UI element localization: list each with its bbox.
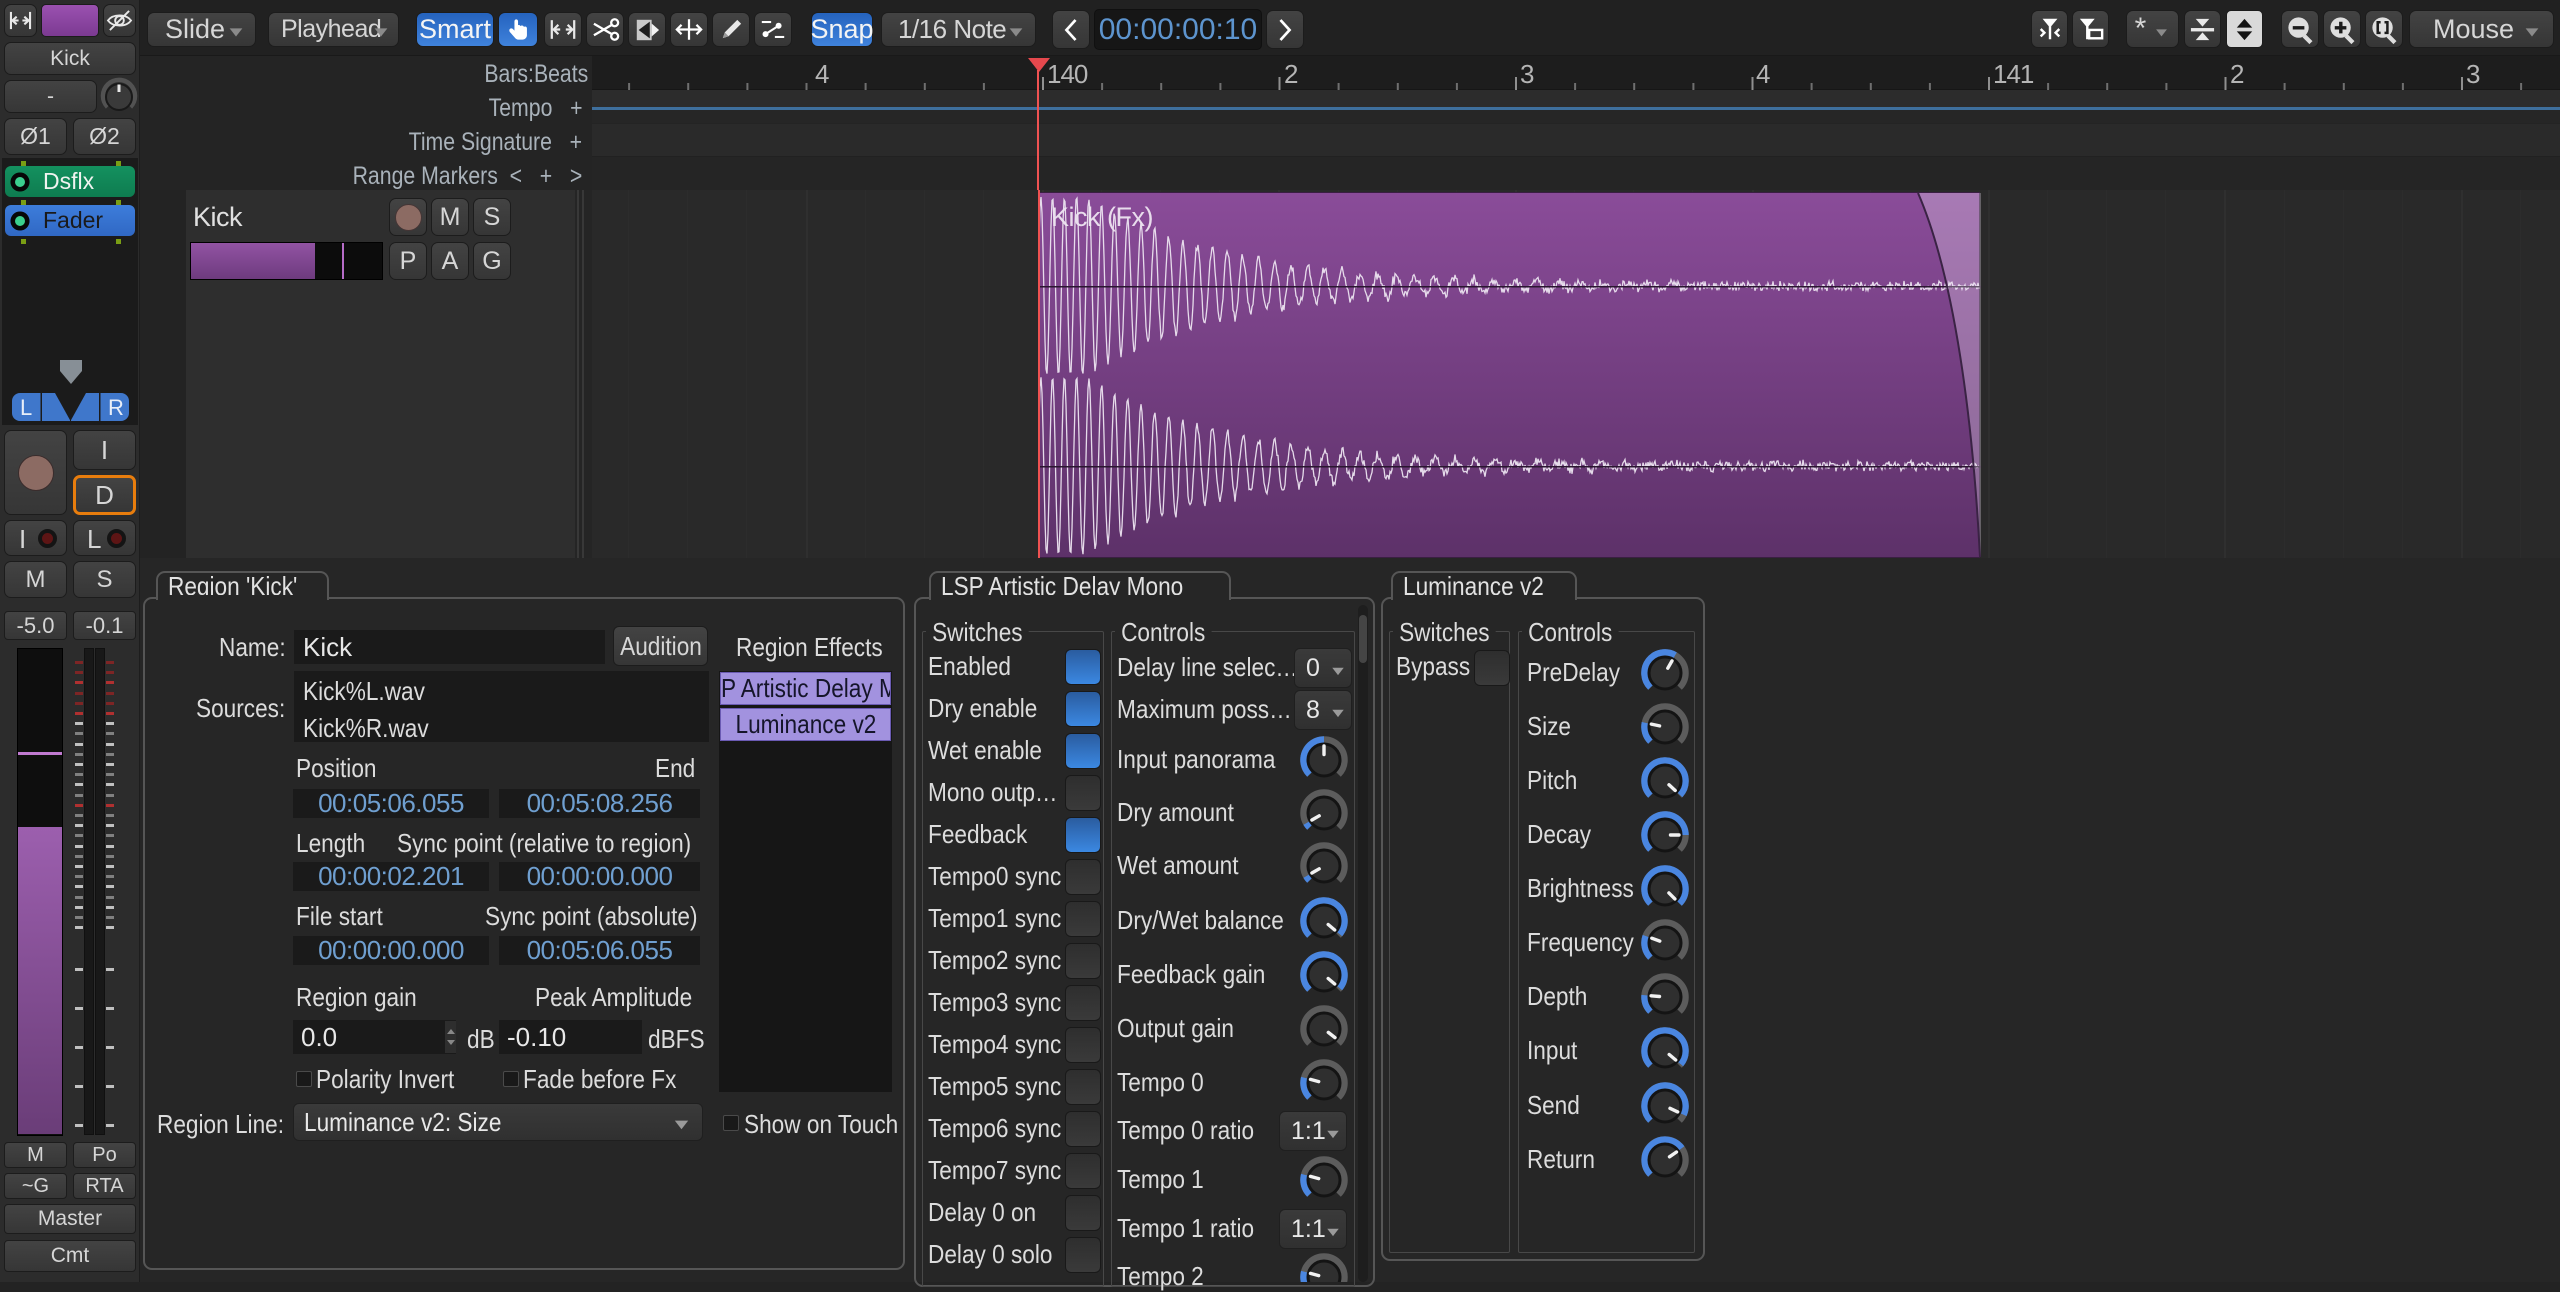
svg-text:141: 141 [1993,59,2034,89]
svg-text:4: 4 [1756,59,1770,89]
svg-text:3: 3 [2466,59,2480,89]
svg-text:L: L [20,395,32,420]
svg-text:2: 2 [2230,59,2244,89]
svg-text:3: 3 [1520,59,1534,89]
svg-text:R: R [108,395,124,420]
svg-text:2: 2 [1284,59,1298,89]
svg-text:4: 4 [815,59,829,89]
svg-text:140: 140 [1047,59,1088,89]
